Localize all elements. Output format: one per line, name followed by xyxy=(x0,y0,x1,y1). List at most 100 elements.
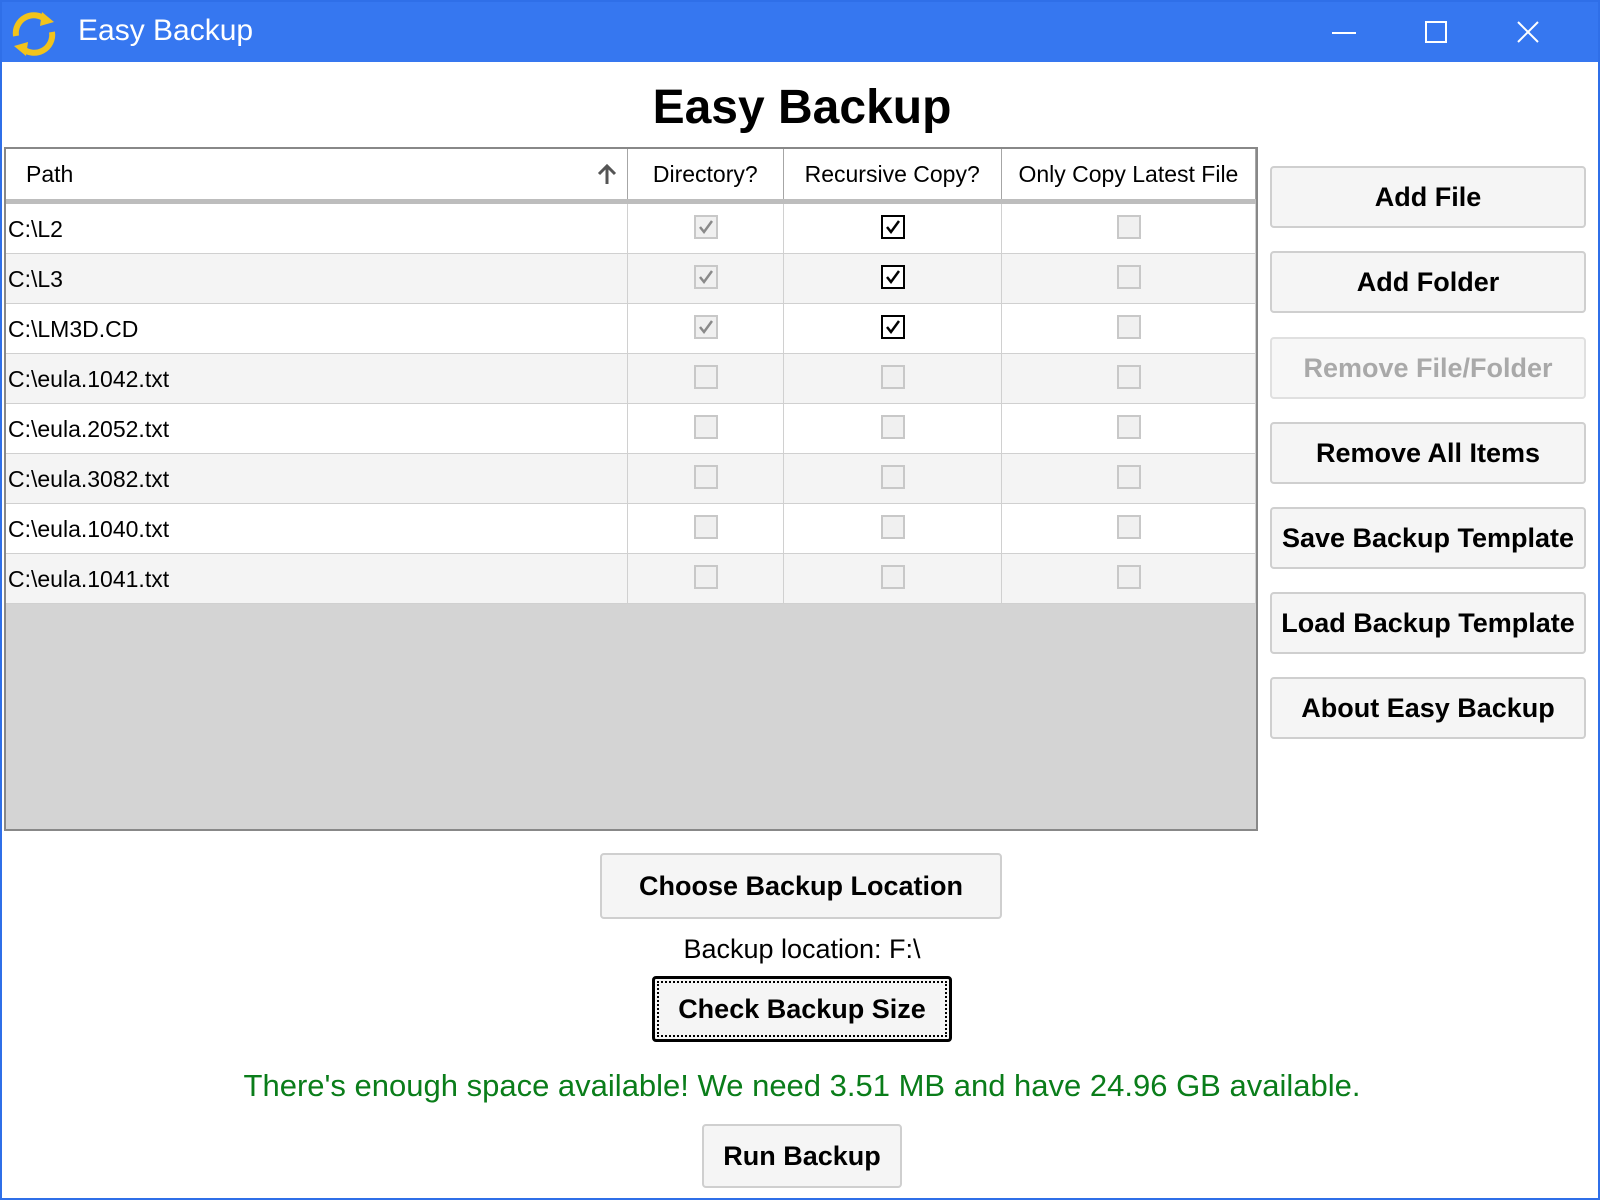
directory-checkbox[interactable] xyxy=(694,215,719,239)
grid-rows: C:\L2 C:\L3 C:\LM3D.CD C:\eula.1042.txt C:\e… xyxy=(6,204,1256,604)
only-latest-checkbox[interactable] xyxy=(1116,465,1141,489)
title-bar[interactable]: Easy Backup xyxy=(2,2,1598,62)
checkmark-icon xyxy=(885,320,900,335)
latest-cell xyxy=(1002,404,1256,453)
remove-file-folder-button[interactable]: Remove File/Folder xyxy=(1270,337,1586,399)
checkmark-icon xyxy=(699,270,714,285)
recursive-copy-checkbox[interactable] xyxy=(880,265,905,289)
table-row[interactable]: C:\eula.3082.txt xyxy=(6,454,1256,504)
directory-checkbox[interactable] xyxy=(694,415,719,439)
directory-checkbox[interactable] xyxy=(694,565,719,589)
sync-arrows-icon xyxy=(12,12,56,56)
path-cell[interactable]: C:\eula.1041.txt xyxy=(6,554,629,603)
recursive-copy-checkbox[interactable] xyxy=(880,465,905,489)
choose-backup-location-button[interactable]: Choose Backup Location xyxy=(600,853,1002,919)
checkmark-icon xyxy=(699,220,714,235)
directory-cell xyxy=(628,504,784,553)
column-header-path-label: Path xyxy=(26,161,74,187)
path-cell[interactable]: C:\eula.1042.txt xyxy=(6,354,629,403)
path-cell[interactable]: C:\LM3D.CD xyxy=(6,304,629,353)
recursive-cell xyxy=(784,304,1002,353)
only-latest-checkbox[interactable] xyxy=(1116,315,1141,339)
directory-cell xyxy=(628,554,784,603)
checkmark-icon xyxy=(885,270,900,285)
table-row[interactable]: C:\eula.1041.txt xyxy=(6,554,1256,604)
path-cell[interactable]: C:\eula.2052.txt xyxy=(6,404,629,453)
recursive-cell xyxy=(784,554,1002,603)
table-row[interactable]: C:\L2 xyxy=(6,204,1256,254)
only-latest-checkbox[interactable] xyxy=(1116,365,1141,389)
path-cell[interactable]: C:\L3 xyxy=(6,254,629,303)
recursive-copy-checkbox[interactable] xyxy=(880,315,905,339)
path-cell[interactable]: C:\L2 xyxy=(6,204,629,253)
save-backup-template-button[interactable]: Save Backup Template xyxy=(1270,507,1586,569)
path-cell[interactable]: C:\eula.3082.txt xyxy=(6,454,629,503)
table-row[interactable]: C:\eula.1042.txt xyxy=(6,354,1256,404)
maximize-icon xyxy=(1425,21,1447,43)
directory-checkbox[interactable] xyxy=(694,515,719,539)
only-latest-checkbox[interactable] xyxy=(1116,415,1141,439)
recursive-copy-checkbox[interactable] xyxy=(880,565,905,589)
only-latest-checkbox[interactable] xyxy=(1116,265,1141,289)
only-latest-checkbox[interactable] xyxy=(1116,515,1141,539)
only-latest-checkbox[interactable] xyxy=(1116,215,1141,239)
recursive-cell xyxy=(784,204,1002,253)
directory-cell xyxy=(628,304,784,353)
minimize-button[interactable] xyxy=(1298,2,1390,62)
directory-cell xyxy=(628,454,784,503)
recursive-copy-checkbox[interactable] xyxy=(880,515,905,539)
column-header-directory[interactable]: Directory? xyxy=(628,149,784,199)
grid-header: Path Directory? Recursive Copy? Only Cop… xyxy=(6,149,1256,204)
table-row[interactable]: C:\eula.1040.txt xyxy=(6,504,1256,554)
table-row[interactable]: C:\eula.2052.txt xyxy=(6,404,1256,454)
latest-cell xyxy=(1002,204,1256,253)
space-status-message: There's enough space available! We need … xyxy=(243,1068,1361,1103)
directory-cell xyxy=(628,254,784,303)
checkmark-icon xyxy=(699,320,714,335)
latest-cell xyxy=(1002,304,1256,353)
directory-checkbox[interactable] xyxy=(694,265,719,289)
only-latest-checkbox[interactable] xyxy=(1116,565,1141,589)
page-title: Easy Backup xyxy=(652,81,952,134)
column-header-path[interactable]: Path xyxy=(6,149,629,199)
latest-cell xyxy=(1002,254,1256,303)
path-cell[interactable]: C:\eula.1040.txt xyxy=(6,504,629,553)
table-row[interactable]: C:\LM3D.CD xyxy=(6,304,1256,354)
minimize-icon xyxy=(1332,32,1356,34)
recursive-cell xyxy=(784,504,1002,553)
recursive-copy-checkbox[interactable] xyxy=(880,365,905,389)
run-backup-button[interactable]: Run Backup xyxy=(702,1124,902,1188)
directory-checkbox[interactable] xyxy=(694,315,719,339)
table-row[interactable]: C:\L3 xyxy=(6,254,1256,304)
checkmark-icon xyxy=(885,220,900,235)
column-header-recursive[interactable]: Recursive Copy? xyxy=(784,149,1002,199)
directory-cell xyxy=(628,404,784,453)
recursive-cell xyxy=(784,254,1002,303)
directory-cell xyxy=(628,204,784,253)
load-backup-template-button[interactable]: Load Backup Template xyxy=(1270,592,1586,654)
backup-items-grid[interactable]: Path Directory? Recursive Copy? Only Cop… xyxy=(4,147,1258,831)
remove-all-items-button[interactable]: Remove All Items xyxy=(1270,422,1586,484)
window-title: Easy Backup xyxy=(78,14,254,47)
latest-cell xyxy=(1002,554,1256,603)
recursive-copy-checkbox[interactable] xyxy=(880,215,905,239)
recursive-copy-checkbox[interactable] xyxy=(880,415,905,439)
latest-cell xyxy=(1002,454,1256,503)
close-button[interactable] xyxy=(1482,2,1574,62)
directory-checkbox[interactable] xyxy=(694,365,719,389)
directory-checkbox[interactable] xyxy=(694,465,719,489)
backup-location-label: Backup location: F:\ xyxy=(683,934,921,964)
recursive-cell xyxy=(784,354,1002,403)
add-file-button[interactable]: Add File xyxy=(1270,166,1586,228)
about-button[interactable]: About Easy Backup xyxy=(1270,677,1586,739)
latest-cell xyxy=(1002,504,1256,553)
add-folder-button[interactable]: Add Folder xyxy=(1270,251,1586,313)
recursive-cell xyxy=(784,454,1002,503)
app-window: Easy Backup Easy Backup Path Directory? … xyxy=(0,0,1600,1200)
check-backup-size-button[interactable]: Check Backup Size xyxy=(652,976,952,1042)
column-header-latest[interactable]: Only Copy Latest File xyxy=(1002,149,1256,199)
maximize-button[interactable] xyxy=(1390,2,1482,62)
directory-cell xyxy=(628,354,784,403)
latest-cell xyxy=(1002,354,1256,403)
sort-ascending-icon xyxy=(597,163,617,184)
